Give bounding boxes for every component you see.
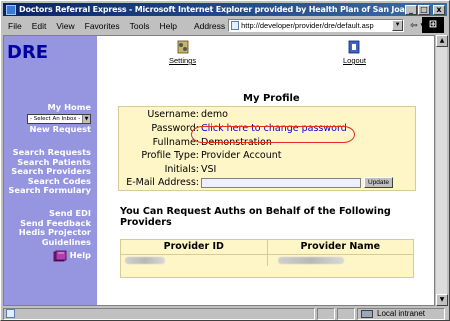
browser-window: Doctors Referral Express - Microsoft Int… <box>0 0 450 321</box>
status-zone-pane: Local intranet <box>357 307 445 320</box>
menu-view[interactable]: View <box>51 21 79 31</box>
sidebar-tools-group: Send EDI Send Feedback Hedis Projector G… <box>19 208 91 262</box>
providers-table: Provider ID Provider Name <box>120 239 414 278</box>
status-pane-empty-1 <box>317 307 335 320</box>
menu-help[interactable]: Help <box>154 21 181 31</box>
provider-id-column-header: Provider ID <box>163 241 224 252</box>
password-label: Password: <box>151 123 199 134</box>
windows-logo-icon: ⊞ <box>422 17 444 33</box>
sidebar-top-group: My Home - Select An Inbox - ▼ New Reques… <box>27 102 91 135</box>
address-url[interactable]: http://developer/provider/dre/default.as… <box>241 21 392 30</box>
page-viewport: DRE My Home - Select An Inbox - ▼ New Re… <box>3 35 435 306</box>
providers-table-header: Provider ID Provider Name <box>121 240 413 254</box>
profile-type-value: Provider Account <box>201 150 282 161</box>
profile-type-label: Profile Type: <box>141 150 199 161</box>
initials-row: Initials: VSI <box>119 164 417 177</box>
sidebar-item-guidelines[interactable]: Guidelines <box>19 237 91 248</box>
menu-favorites[interactable]: Favorites <box>80 21 125 31</box>
initials-value: VSI <box>201 164 217 175</box>
sidebar-item-help[interactable]: Help <box>19 250 91 262</box>
profile-type-row: Profile Type: Provider Account <box>119 150 417 163</box>
logout-link[interactable]: Logout <box>343 40 366 65</box>
chevron-down-icon[interactable]: ▼ <box>82 115 90 124</box>
inbox-select-value: - Select An Inbox - <box>30 115 81 122</box>
page-done-icon <box>6 309 15 318</box>
settings-label: Settings <box>169 56 197 65</box>
sidebar-search-group: Search Requests Search Patients Search P… <box>8 147 91 196</box>
logout-label: Logout <box>343 56 366 65</box>
logout-icon <box>349 40 360 54</box>
minimize-button[interactable]: _ <box>405 4 417 15</box>
scroll-down-arrow-icon[interactable]: ▼ <box>436 294 448 306</box>
page-icon <box>231 21 240 30</box>
redacted-blur <box>125 257 165 264</box>
status-main-pane <box>3 307 315 320</box>
redacted-blur <box>277 257 344 264</box>
provider-name-column-header: Provider Name <box>266 240 414 254</box>
status-bar: Local intranet <box>3 307 447 320</box>
settings-link[interactable]: Settings <box>169 40 196 65</box>
menu-tools[interactable]: Tools <box>125 21 155 31</box>
fullname-label: Fullname: <box>152 137 199 148</box>
window-title: Doctors Referral Express - Microsoft Int… <box>19 5 405 14</box>
address-bar[interactable]: http://developer/provider/dre/default.as… <box>228 19 405 32</box>
provider-name-cell-redacted <box>266 255 414 266</box>
profile-panel: Username: demo Password: Click here to c… <box>118 106 416 191</box>
table-row[interactable] <box>121 254 413 266</box>
email-row: E-Mail Address: Update <box>119 177 417 190</box>
sidebar-item-my-home[interactable]: My Home <box>27 102 91 113</box>
username-row: Username: demo <box>119 109 417 122</box>
zone-label: Local intranet <box>377 309 426 318</box>
username-value: demo <box>201 109 228 120</box>
address-dropdown-icon[interactable]: ▼ <box>392 20 404 31</box>
highlight-annotation-oval <box>191 126 355 143</box>
maximize-button[interactable]: □ <box>418 4 430 15</box>
menu-bar: File Edit View Favorites Tools Help Addr… <box>3 17 447 34</box>
settings-icon <box>177 40 188 54</box>
menu-edit[interactable]: Edit <box>27 21 52 31</box>
my-profile-heading: My Profile <box>243 93 300 104</box>
sidebar: DRE My Home - Select An Inbox - ▼ New Re… <box>4 36 97 305</box>
username-label: Username: <box>147 109 199 120</box>
intranet-icon <box>361 309 373 318</box>
email-controls: Update <box>201 177 417 190</box>
status-pane-empty-2 <box>337 307 355 320</box>
dre-logo: DRE <box>7 42 49 63</box>
initials-label: Initials: <box>164 164 199 175</box>
email-input[interactable] <box>201 178 361 188</box>
sidebar-item-search-formulary[interactable]: Search Formulary <box>8 185 91 196</box>
menu-file[interactable]: File <box>3 21 27 31</box>
provider-id-cell-redacted <box>121 255 267 266</box>
providers-heading: You Can Request Auths on Behalf of the F… <box>120 206 391 228</box>
sidebar-item-new-request[interactable]: New Request <box>27 125 91 135</box>
update-button[interactable]: Update <box>364 177 393 188</box>
close-button[interactable]: x <box>433 4 445 15</box>
email-label: E-Mail Address: <box>126 177 199 188</box>
ie-page-icon <box>6 4 16 15</box>
main-content: Settings Logout My Profile Username: dem… <box>97 36 434 305</box>
scroll-up-arrow-icon[interactable]: ▲ <box>436 35 448 47</box>
help-book-icon <box>53 250 67 262</box>
address-label: Address <box>193 20 226 31</box>
help-label: Help <box>69 250 91 261</box>
vertical-scrollbar[interactable]: ▲ ▼ <box>435 35 448 306</box>
title-bar: Doctors Referral Express - Microsoft Int… <box>3 3 447 16</box>
